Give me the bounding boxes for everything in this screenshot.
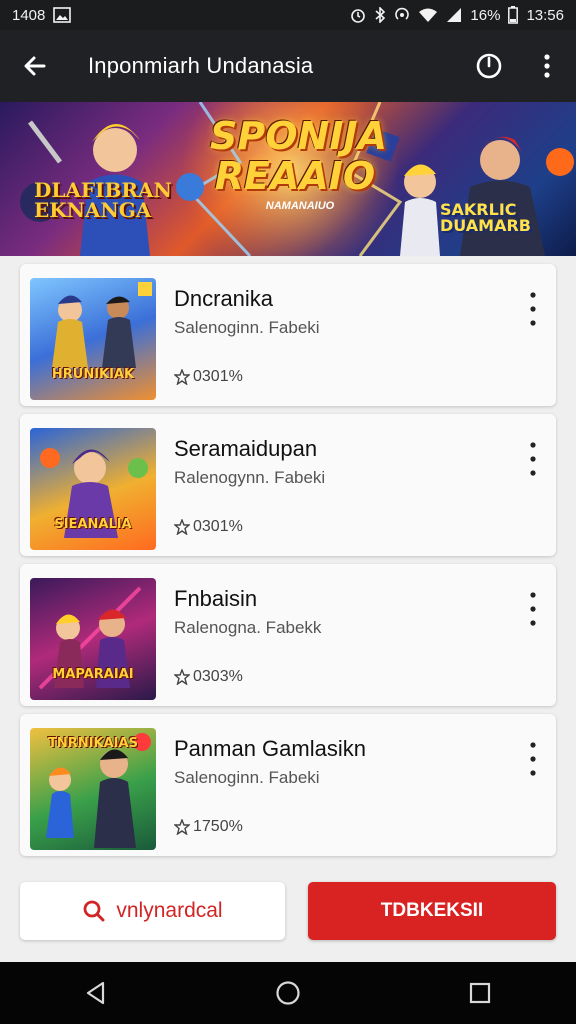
game-subtitle: Ralenogna. Fabekk — [174, 618, 322, 637]
rating-value: 1750% — [193, 818, 243, 835]
game-title: Dncranika — [174, 286, 274, 311]
nav-back-button[interactable] — [66, 968, 126, 1018]
back-button[interactable] — [0, 30, 70, 102]
rating-value: 0301% — [193, 518, 243, 535]
game-rating: 1750% — [174, 818, 243, 836]
primary-action-button[interactable]: TDBKEKSII — [308, 882, 556, 940]
banner-title: SPONIJA REAAIO — [210, 114, 388, 198]
item-menu-button[interactable] — [518, 434, 548, 484]
overflow-menu-button[interactable] — [518, 30, 576, 102]
thumbnail-label: HRUNIKIAK — [51, 367, 135, 382]
more-vert-icon — [530, 742, 536, 776]
list-item[interactable]: MAPARAIAI Fnbaisin Ralenogna. Fabekk 030… — [20, 564, 556, 706]
app-bar: Inponmiarh Undanasia — [0, 30, 576, 102]
status-time-left: 1408 — [12, 6, 46, 24]
battery-icon — [508, 6, 519, 24]
game-rating: 0303% — [174, 668, 243, 686]
signal-icon — [446, 7, 462, 23]
nav-home-icon — [276, 981, 300, 1005]
list-item[interactable]: SIEANALIA Seramaidupan Ralenogynn. Fabek… — [20, 414, 556, 556]
item-menu-button[interactable] — [518, 584, 548, 634]
search-button-label: vnlynardcal — [116, 899, 223, 922]
hotspot-icon — [394, 7, 410, 23]
battery-percent: 16% — [470, 6, 501, 24]
status-time-right: 13:56 — [526, 6, 564, 24]
banner-left-text: DLAFIBRAN EKNANGA — [34, 178, 172, 222]
star-icon — [174, 519, 190, 535]
bluetooth-icon — [374, 7, 386, 23]
image-icon — [53, 7, 72, 23]
rating-value: 0301% — [193, 368, 243, 385]
thumbnail-label: MAPARAIAI — [52, 667, 134, 682]
status-right: 16% 13:56 — [350, 6, 564, 24]
status-bar: 1408 16% 13:56 — [0, 0, 576, 30]
search-icon — [83, 900, 105, 922]
list-item[interactable]: TNRNIKAIAS Panman Gamlasikn Salenoginn. … — [20, 714, 556, 856]
nav-recents-button[interactable] — [450, 968, 510, 1018]
thumbnail-label: TNRNIKAIAS — [48, 736, 138, 751]
search-button[interactable]: vnlynardcal — [20, 882, 285, 940]
power-button[interactable] — [460, 30, 518, 102]
star-icon — [174, 669, 190, 685]
game-thumbnail: HRUNIKIAK — [30, 278, 156, 400]
game-thumbnail: TNRNIKAIAS — [30, 728, 156, 850]
nav-home-button[interactable] — [258, 968, 318, 1018]
star-icon — [174, 819, 190, 835]
item-menu-button[interactable] — [518, 284, 548, 334]
nav-back-icon — [86, 981, 105, 1005]
list-item[interactable]: HRUNIKIAK Dncranika Salenoginn. Fabeki 0… — [20, 264, 556, 406]
rating-value: 0303% — [193, 668, 243, 685]
game-title: Panman Gamlasikn — [174, 736, 366, 761]
game-rating: 0301% — [174, 368, 243, 386]
game-thumbnail: SIEANALIA — [30, 428, 156, 550]
game-subtitle: Salenoginn. Fabeki — [174, 768, 320, 787]
game-title: Fnbaisin — [174, 586, 258, 611]
nav-recents-icon — [469, 982, 491, 1004]
game-subtitle: Ralenogynn. Fabeki — [174, 468, 326, 487]
item-menu-button[interactable] — [518, 734, 548, 784]
game-rating: 0301% — [174, 518, 243, 536]
game-subtitle: Salenoginn. Fabeki — [174, 318, 320, 337]
banner-subtitle: NAMANAIUO — [265, 200, 335, 212]
power-icon — [476, 53, 502, 79]
alarm-icon — [350, 7, 366, 23]
more-vert-icon — [530, 292, 536, 326]
thumbnail-label: SIEANALIA — [54, 517, 132, 532]
more-vert-icon — [544, 54, 550, 78]
page-title: Inponmiarh Undanasia — [88, 53, 314, 78]
more-vert-icon — [530, 592, 536, 626]
star-icon — [174, 369, 190, 385]
more-vert-icon — [530, 442, 536, 476]
wifi-icon — [418, 7, 438, 23]
system-nav-bar — [0, 962, 576, 1024]
back-arrow-icon — [24, 56, 46, 76]
promo-banner[interactable]: SPONIJA REAAIO NAMANAIUO DLAFIBRAN EKNAN… — [0, 102, 576, 256]
banner-right-text: SAKRLIC DUAMARB — [440, 200, 531, 235]
status-left: 1408 — [12, 6, 72, 24]
game-list: HRUNIKIAK Dncranika Salenoginn. Fabeki 0… — [0, 256, 576, 866]
game-thumbnail: MAPARAIAI — [30, 578, 156, 700]
action-bar: vnlynardcal TDBKEKSII — [0, 866, 576, 962]
primary-button-label: TDBKEKSII — [380, 900, 484, 921]
game-title: Seramaidupan — [174, 436, 318, 461]
